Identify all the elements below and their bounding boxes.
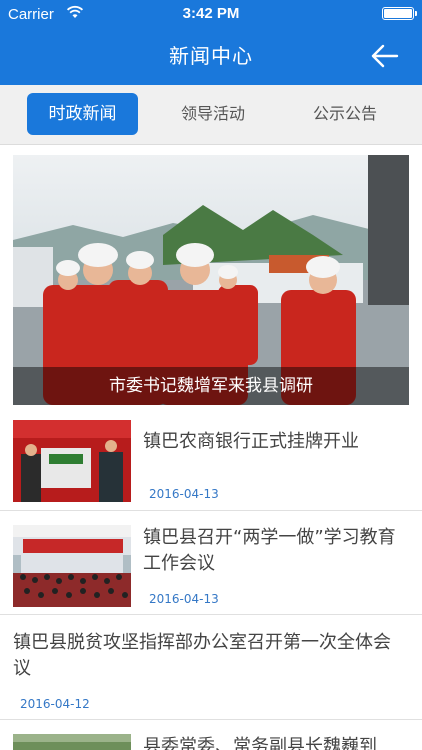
news-title: 镇巴县召开“两学一做”学习教育工作会议 [143,527,396,574]
page-title: 新闻中心 [169,44,253,68]
news-date: 2016-04-13 [149,592,219,606]
status-bar: Carrier 3:42 PM [0,0,422,28]
nav-header: Carrier 3:42 PM 新闻中心 [0,0,422,85]
news-date: 2016-04-13 [149,487,219,501]
news-item[interactable]: 县委常委、常务副县长魏巍到 [0,720,422,750]
headline-banner[interactable]: 市委书记魏增军来我县调研 [13,155,409,405]
news-item[interactable]: 镇巴县脱贫攻坚指挥部办公室召开第一次全体会议 2016-04-12 [0,615,422,720]
news-title: 镇巴农商银行正式挂牌开业 [143,431,359,452]
headline-caption: 市委书记魏增军来我县调研 [109,376,313,396]
tab-politics-news[interactable]: 时政新闻 [27,93,138,135]
tab-public-notices[interactable]: 公示公告 [290,93,400,135]
news-title: 县委常委、常务副县长魏巍到 [143,736,377,750]
news-thumbnail [13,420,131,502]
news-date: 2016-04-12 [20,697,90,711]
news-thumbnail [13,734,131,750]
news-title: 镇巴县脱贫攻坚指挥部办公室召开第一次全体会议 [13,632,391,679]
tab-leader-activities[interactable]: 领导活动 [158,93,268,135]
news-item[interactable]: 镇巴农商银行正式挂牌开业 2016-04-13 [0,405,422,511]
news-thumbnail [13,525,131,607]
category-tabs: 时政新闻 领导活动 公示公告 [0,85,422,145]
battery-icon [382,7,417,20]
back-arrow-icon[interactable] [370,42,400,70]
news-item[interactable]: 镇巴县召开“两学一做”学习教育工作会议 2016-04-13 [0,511,422,615]
status-time: 3:42 PM [182,5,240,22]
